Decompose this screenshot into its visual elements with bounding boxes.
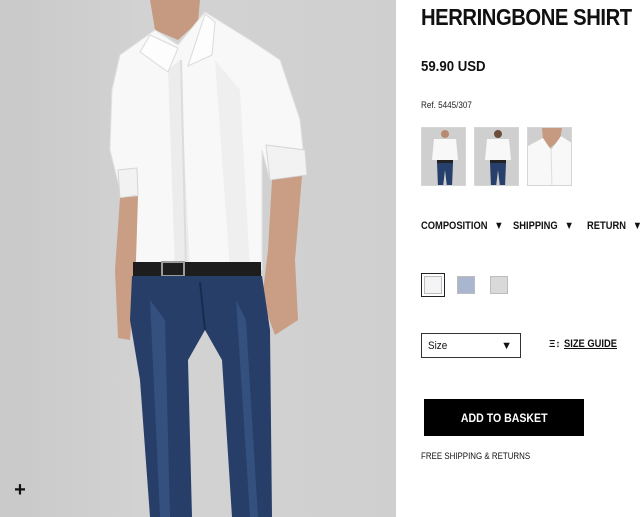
thumbnail-strip — [421, 127, 572, 186]
shipping-note: FREE SHIPPING & RETURNS — [421, 451, 531, 461]
product-price: 59.90 USD — [421, 58, 486, 75]
thumbnail-back-image — [475, 128, 518, 185]
tab-shipping[interactable]: SHIPPING ▼ — [513, 220, 576, 232]
thumbnail-collar[interactable] — [527, 127, 572, 186]
swatch-fill — [490, 276, 508, 294]
product-title: HERRINGBONE SHIRT — [421, 4, 632, 30]
color-swatch-grey[interactable] — [487, 273, 511, 297]
zoom-plus-icon[interactable]: + — [12, 480, 28, 500]
chevron-down-icon: ▼ — [632, 220, 643, 232]
size-guide-link[interactable]: Ξ↕ SIZE GUIDE — [549, 338, 627, 350]
product-reference: Ref. 5445/307 — [421, 100, 472, 110]
product-image[interactable]: + — [0, 0, 396, 517]
size-guide-label: SIZE GUIDE — [564, 338, 618, 350]
thumbnail-front[interactable] — [421, 127, 466, 186]
info-tabs: COMPOSITION ▼ SHIPPING ▼ RETURN ▼ — [421, 220, 643, 232]
size-dropdown[interactable]: Size ▼ — [421, 333, 521, 358]
tab-return[interactable]: RETURN ▼ — [587, 220, 643, 232]
tab-composition[interactable]: COMPOSITION ▼ — [421, 220, 504, 232]
size-dropdown-value: Size — [428, 339, 448, 352]
chevron-down-icon: ▼ — [564, 220, 574, 232]
thumbnail-front-image — [422, 128, 465, 185]
add-to-basket-button[interactable]: ADD TO BASKET — [424, 399, 584, 436]
model-illustration — [109, 0, 308, 517]
tab-shipping-label: SHIPPING — [513, 220, 558, 232]
tab-return-label: RETURN — [587, 220, 626, 232]
chevron-down-icon: ▼ — [494, 220, 504, 232]
color-swatch-white[interactable] — [421, 273, 445, 297]
swatch-fill — [457, 276, 475, 294]
tab-composition-label: COMPOSITION — [421, 220, 488, 232]
chevron-down-icon: ▼ — [501, 339, 512, 352]
color-swatch-blue[interactable] — [454, 273, 478, 297]
ruler-icon: Ξ↕ — [549, 338, 561, 350]
swatch-fill — [424, 276, 442, 294]
thumbnail-collar-image — [528, 128, 571, 185]
add-to-basket-label: ADD TO BASKET — [460, 410, 548, 425]
thumbnail-back[interactable] — [474, 127, 519, 186]
color-swatches — [421, 273, 511, 297]
